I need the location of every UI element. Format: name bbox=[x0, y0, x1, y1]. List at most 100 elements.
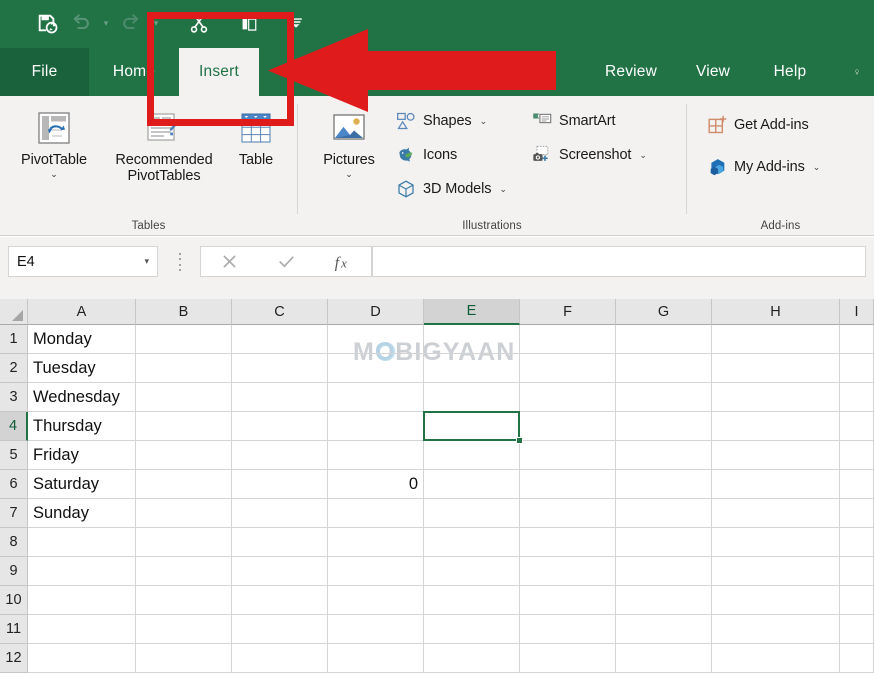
cell-I3[interactable] bbox=[840, 383, 874, 412]
cell-I11[interactable] bbox=[840, 615, 874, 644]
column-header-G[interactable]: G bbox=[616, 299, 712, 325]
row-header-5[interactable]: 5 bbox=[0, 441, 28, 470]
cell-B10[interactable] bbox=[136, 586, 232, 615]
cell-D10[interactable] bbox=[328, 586, 424, 615]
fill-handle[interactable] bbox=[516, 437, 523, 444]
row-header-8[interactable]: 8 bbox=[0, 528, 28, 557]
cell-C10[interactable] bbox=[232, 586, 328, 615]
row-header-9[interactable]: 9 bbox=[0, 557, 28, 586]
row-header-6[interactable]: 6 bbox=[0, 470, 28, 499]
cell-C5[interactable] bbox=[232, 441, 328, 470]
cell-D3[interactable] bbox=[328, 383, 424, 412]
row-header-11[interactable]: 11 bbox=[0, 615, 28, 644]
row-header-2[interactable]: 2 bbox=[0, 354, 28, 383]
row-header-4[interactable]: 4 bbox=[0, 412, 28, 441]
cell-A12[interactable] bbox=[28, 644, 136, 673]
save-icon[interactable] bbox=[30, 6, 64, 40]
cell-G6[interactable] bbox=[616, 470, 712, 499]
cell-E7[interactable] bbox=[424, 499, 520, 528]
cell-G2[interactable] bbox=[616, 354, 712, 383]
formula-bar-handle[interactable] bbox=[173, 253, 187, 271]
name-box[interactable]: E4 ▾ bbox=[8, 246, 158, 277]
tab-insert[interactable]: Insert bbox=[179, 48, 259, 96]
cell-H6[interactable] bbox=[712, 470, 840, 499]
undo-icon[interactable] bbox=[64, 6, 98, 40]
cell-I2[interactable] bbox=[840, 354, 874, 383]
row-header-12[interactable]: 12 bbox=[0, 644, 28, 673]
row-header-7[interactable]: 7 bbox=[0, 499, 28, 528]
cell-H11[interactable] bbox=[712, 615, 840, 644]
chevron-down-icon[interactable]: ▾ bbox=[144, 256, 149, 267]
cell-A8[interactable] bbox=[28, 528, 136, 557]
cell-I8[interactable] bbox=[840, 528, 874, 557]
cell-D7[interactable] bbox=[328, 499, 424, 528]
undo-dropdown-icon[interactable]: ▾ bbox=[98, 6, 114, 40]
cell-D4[interactable] bbox=[328, 412, 424, 441]
column-header-E[interactable]: E bbox=[424, 299, 520, 325]
cell-D2[interactable] bbox=[328, 354, 424, 383]
cell-F5[interactable] bbox=[520, 441, 616, 470]
column-header-B[interactable]: B bbox=[136, 299, 232, 325]
cell-A11[interactable] bbox=[28, 615, 136, 644]
redo-icon[interactable] bbox=[114, 6, 148, 40]
cell-E1[interactable] bbox=[424, 325, 520, 354]
cell-C4[interactable] bbox=[232, 412, 328, 441]
cell-B3[interactable] bbox=[136, 383, 232, 412]
cell-B9[interactable] bbox=[136, 557, 232, 586]
cell-E9[interactable] bbox=[424, 557, 520, 586]
screenshot-dropdown-icon[interactable]: ⌄ bbox=[639, 150, 647, 161]
cell-D12[interactable] bbox=[328, 644, 424, 673]
cell-G1[interactable] bbox=[616, 325, 712, 354]
3d-models-button[interactable]: 3D Models ⌄ bbox=[394, 174, 507, 204]
cell-F9[interactable] bbox=[520, 557, 616, 586]
cell-A10[interactable] bbox=[28, 586, 136, 615]
cell-D11[interactable] bbox=[328, 615, 424, 644]
cell-B6[interactable] bbox=[136, 470, 232, 499]
cell-A9[interactable] bbox=[28, 557, 136, 586]
cell-H1[interactable] bbox=[712, 325, 840, 354]
cell-I9[interactable] bbox=[840, 557, 874, 586]
cell-E10[interactable] bbox=[424, 586, 520, 615]
cell-E12[interactable] bbox=[424, 644, 520, 673]
row-header-10[interactable]: 10 bbox=[0, 586, 28, 615]
icons-button[interactable]: Icons bbox=[394, 140, 457, 170]
cut-icon[interactable] bbox=[182, 6, 216, 40]
cell-F6[interactable] bbox=[520, 470, 616, 499]
cell-I6[interactable] bbox=[840, 470, 874, 499]
cell-B7[interactable] bbox=[136, 499, 232, 528]
cell-C6[interactable] bbox=[232, 470, 328, 499]
cell-F1[interactable] bbox=[520, 325, 616, 354]
cell-B5[interactable] bbox=[136, 441, 232, 470]
formula-input[interactable] bbox=[372, 246, 866, 277]
row-header-3[interactable]: 3 bbox=[0, 383, 28, 412]
cell-D6[interactable]: 0 bbox=[328, 470, 424, 499]
cell-C11[interactable] bbox=[232, 615, 328, 644]
cell-F11[interactable] bbox=[520, 615, 616, 644]
cell-G10[interactable] bbox=[616, 586, 712, 615]
cell-F12[interactable] bbox=[520, 644, 616, 673]
cell-B11[interactable] bbox=[136, 615, 232, 644]
cell-I7[interactable] bbox=[840, 499, 874, 528]
cell-I4[interactable] bbox=[840, 412, 874, 441]
cell-G3[interactable] bbox=[616, 383, 712, 412]
cell-B1[interactable] bbox=[136, 325, 232, 354]
column-header-D[interactable]: D bbox=[328, 299, 424, 325]
pictures-dropdown-icon[interactable]: ⌄ bbox=[345, 169, 353, 180]
smartart-button[interactable]: SmartArt bbox=[530, 106, 615, 136]
cell-B2[interactable] bbox=[136, 354, 232, 383]
tab-data[interactable]: ta bbox=[524, 48, 570, 96]
tab-view[interactable]: View bbox=[683, 48, 743, 96]
cell-H7[interactable] bbox=[712, 499, 840, 528]
redo-dropdown-icon[interactable]: ▾ bbox=[148, 6, 164, 40]
cell-G11[interactable] bbox=[616, 615, 712, 644]
cell-I1[interactable] bbox=[840, 325, 874, 354]
tab-review[interactable]: Review bbox=[594, 48, 668, 96]
cell-H9[interactable] bbox=[712, 557, 840, 586]
column-header-H[interactable]: H bbox=[712, 299, 840, 325]
cell-A4[interactable]: Thursday bbox=[28, 412, 136, 441]
cell-E5[interactable] bbox=[424, 441, 520, 470]
insert-function-icon[interactable]: f x bbox=[314, 247, 371, 276]
cell-C9[interactable] bbox=[232, 557, 328, 586]
my-add-ins-button[interactable]: My Add-ins ⌄ bbox=[705, 152, 820, 182]
cell-D1[interactable] bbox=[328, 325, 424, 354]
